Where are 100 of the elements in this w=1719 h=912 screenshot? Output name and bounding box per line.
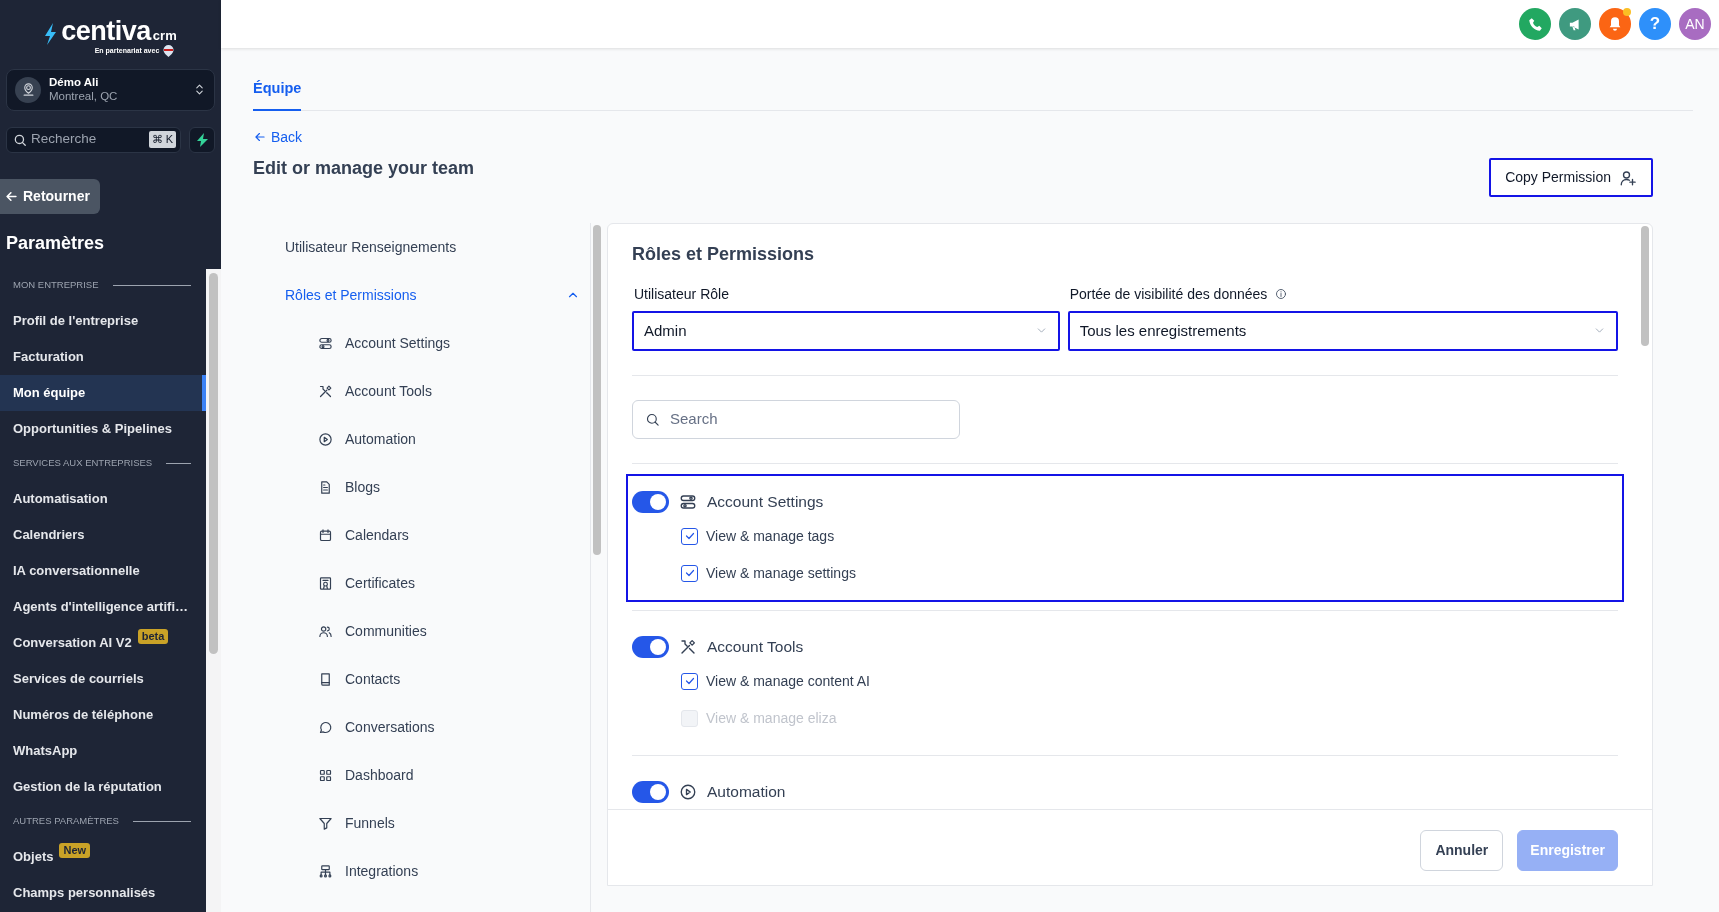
settings-title: Paramètres xyxy=(6,231,106,255)
group-title: Automation xyxy=(707,782,786,803)
up-down-chevron-icon xyxy=(193,83,206,97)
permission-label: View & manage eliza xyxy=(706,708,837,728)
menu-item[interactable]: Rôles et Permissions xyxy=(285,271,590,320)
logo-text: centiva xyxy=(61,18,151,45)
nav-badge: New xyxy=(59,842,91,858)
shortcut-key: ⌘ K xyxy=(148,131,176,148)
submenu-item[interactable]: Automation xyxy=(285,415,590,464)
nav-item[interactable]: Mon équipe xyxy=(0,374,206,411)
play-circle-icon xyxy=(679,782,697,801)
submenu-item[interactable]: Account Tools xyxy=(285,367,590,416)
group-title: Account Tools xyxy=(707,637,804,658)
back-button[interactable]: Retourner xyxy=(0,178,100,214)
select-field[interactable]: Tous les enregistrements xyxy=(1067,310,1618,351)
funnel-icon xyxy=(318,815,333,831)
nav-item[interactable]: Conversation AI V2 beta xyxy=(0,624,206,661)
phone-button[interactable] xyxy=(1519,8,1551,40)
submenu-item[interactable]: Account Settings xyxy=(285,319,590,368)
back-link[interactable]: Back xyxy=(253,126,303,148)
lightning-logo-icon xyxy=(44,23,58,45)
user-plus-icon xyxy=(1619,168,1637,187)
search-icon xyxy=(645,411,660,427)
search-field[interactable]: Recherche ⌘ K xyxy=(6,126,181,153)
tools-icon xyxy=(679,637,697,656)
toggles-icon xyxy=(679,492,697,511)
field-label: Portée de visibilité des données xyxy=(1069,284,1268,304)
users-icon xyxy=(318,623,333,639)
scrollbar-thumb[interactable] xyxy=(1641,226,1649,347)
submenu-item[interactable]: Dashboard xyxy=(285,751,590,800)
nav-section-label: AUTRES PARAMÈTRES xyxy=(13,814,119,829)
panel-title: Rôles et Permissions xyxy=(632,244,816,266)
tools-icon xyxy=(318,383,333,399)
search-icon xyxy=(13,132,27,147)
submenu-item[interactable]: Integrations xyxy=(285,847,590,896)
account-switcher[interactable]: Démo Ali Montreal, QC xyxy=(6,69,215,111)
permission-label: View & manage tags xyxy=(706,526,835,546)
balloon-icon xyxy=(163,45,175,57)
search-input[interactable]: Search xyxy=(668,407,947,432)
checkbox[interactable] xyxy=(681,672,698,690)
field-label: Utilisateur Rôle xyxy=(634,284,729,304)
submenu-item[interactable]: Communities xyxy=(285,607,590,656)
nav-item[interactable]: Gestion de la réputation xyxy=(0,768,206,805)
toggles-icon xyxy=(318,335,333,351)
user-avatar[interactable]: AN xyxy=(1679,8,1711,40)
nav-section-label: SERVICES AUX ENTREPRISES xyxy=(13,456,153,471)
calendar-icon xyxy=(318,527,333,543)
quick-action-button[interactable] xyxy=(189,126,215,153)
lightning-icon xyxy=(196,132,208,147)
cancel-button[interactable]: Annuler xyxy=(1420,830,1504,871)
account-location: Montreal, QC xyxy=(49,89,119,104)
toggle-switch[interactable] xyxy=(632,780,669,803)
document-icon xyxy=(318,479,333,495)
bell-icon xyxy=(1607,16,1623,32)
nav-item[interactable]: Services de courriels xyxy=(0,660,206,697)
page-title: Edit or manage your team xyxy=(253,158,475,180)
nav-item[interactable]: Facturation xyxy=(0,338,206,375)
nav-item[interactable]: Numéros de téléphone xyxy=(0,696,206,733)
submenu-item[interactable]: Contacts xyxy=(285,655,590,704)
scrollbar-thumb[interactable] xyxy=(593,225,601,556)
grid-icon xyxy=(318,767,333,783)
search-field[interactable]: Search xyxy=(632,399,960,439)
nav-item[interactable]: WhatsApp xyxy=(0,732,206,769)
book-icon xyxy=(318,671,333,687)
copy-permission-button[interactable]: Copy Permission xyxy=(1489,158,1653,198)
certificate-icon xyxy=(318,575,333,591)
nav-badge: beta xyxy=(137,628,169,644)
hierarchy-icon xyxy=(318,863,333,879)
submenu-item[interactable]: Blogs xyxy=(285,463,590,512)
phone-icon xyxy=(1527,16,1543,32)
chat-bubble-icon xyxy=(318,719,333,735)
notifications-button[interactable] xyxy=(1599,8,1631,40)
logo-suffix: crm xyxy=(152,26,177,45)
submenu-item[interactable]: Calendars xyxy=(285,511,590,560)
nav-item[interactable]: IA conversationnelle xyxy=(0,552,206,589)
nav-item[interactable]: Profil de l'entreprise xyxy=(0,302,206,339)
tab[interactable]: Équipe xyxy=(253,72,302,111)
nav-item[interactable]: Automatisation xyxy=(0,480,206,517)
nav-section-label: MON ENTREPRISE xyxy=(13,278,99,293)
permission-label: View & manage content AI xyxy=(706,671,870,691)
select-field[interactable]: Admin xyxy=(632,310,1060,351)
nav-item[interactable]: Opportunities & Pipelines xyxy=(0,410,206,447)
toggle-switch[interactable] xyxy=(632,490,669,513)
menu-item[interactable]: Utilisateur Renseignements xyxy=(285,223,590,272)
nav-item[interactable]: Agents d'intelligence artifi… xyxy=(0,588,206,625)
scrollbar-thumb[interactable] xyxy=(209,272,218,654)
checkbox[interactable] xyxy=(681,527,698,545)
checkbox[interactable] xyxy=(681,564,698,582)
account-name: Démo Ali xyxy=(49,76,100,90)
submenu-item[interactable]: Funnels xyxy=(285,799,590,848)
info-icon xyxy=(1275,288,1288,301)
submenu-item[interactable]: Certificates xyxy=(285,559,590,608)
announcement-button[interactable] xyxy=(1559,8,1591,40)
nav-item[interactable]: Calendriers xyxy=(0,516,206,553)
submenu-item[interactable]: Conversations xyxy=(285,703,590,752)
nav-item[interactable]: Objets New xyxy=(0,838,206,875)
toggle-switch[interactable] xyxy=(632,635,669,658)
nav-item[interactable]: Champs personnalisés xyxy=(0,874,206,911)
permission-label: View & manage settings xyxy=(706,563,856,583)
search-placeholder: Recherche xyxy=(31,130,98,149)
